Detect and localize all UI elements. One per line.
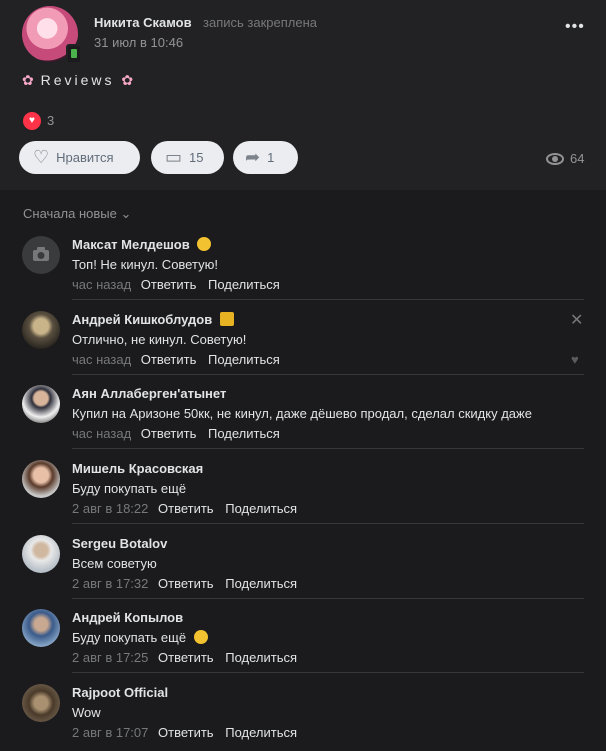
- flower-emoji-icon: ✿: [22, 72, 34, 88]
- heart-like-icon[interactable]: ♥: [571, 352, 579, 367]
- comment-button[interactable]: ▭ 15: [151, 141, 224, 174]
- comment-item: Rajpoot Official Wow 2 авг в 17:07 Ответ…: [0, 684, 606, 748]
- views-counter: 64: [546, 151, 584, 166]
- comment-meta: час назад Ответить Поделиться: [72, 426, 288, 441]
- user-avatar[interactable]: [22, 311, 60, 349]
- share-comment-button[interactable]: Поделиться: [225, 725, 297, 740]
- comment-author[interactable]: Rajpoot Official: [72, 685, 168, 700]
- reply-button[interactable]: Ответить: [141, 352, 197, 367]
- comment-text: Купил на Аризоне 50кк, не кинул, даже дё…: [72, 406, 532, 421]
- comment-icon: ▭: [165, 147, 183, 167]
- camera-icon: [33, 247, 49, 261]
- views-count: 64: [570, 151, 585, 166]
- comment-meta: 2 авг в 18:22 Ответить Поделиться: [72, 501, 305, 516]
- sort-label: Сначала новые: [23, 206, 117, 221]
- pinned-label: запись закреплена: [203, 15, 317, 30]
- share-comment-button[interactable]: Поделиться: [208, 426, 280, 441]
- share-arrow-icon: ➦: [245, 147, 261, 167]
- shares-count: 1: [267, 150, 275, 165]
- comment-item: Sergeu Botalov Всем советую 2 авг в 17:3…: [0, 535, 606, 599]
- divider: [72, 598, 584, 599]
- reply-button[interactable]: Ответить: [158, 725, 214, 740]
- comment-author[interactable]: Sergeu Botalov: [72, 536, 167, 551]
- share-comment-button[interactable]: Поделиться: [208, 352, 280, 367]
- post-author[interactable]: Никита Скамов: [94, 15, 192, 30]
- like-label: Нравится: [56, 150, 114, 165]
- comment-text: Буду покупать ещё: [72, 630, 208, 645]
- comment-author[interactable]: Андрей Кишкоблудов: [72, 312, 234, 327]
- more-options-icon[interactable]: •••: [565, 18, 585, 36]
- comment-item: Мишель Красовская Буду покупать ещё 2 ав…: [0, 460, 606, 524]
- camera-placeholder-avatar[interactable]: [22, 236, 60, 274]
- chevron-down-icon: ⌄: [120, 206, 132, 221]
- comment-text: Wow: [72, 705, 101, 720]
- post-text-body: Reviews: [40, 72, 115, 88]
- user-avatar[interactable]: [22, 535, 60, 573]
- comment-time[interactable]: 2 авг в 17:07: [72, 725, 148, 740]
- share-comment-button[interactable]: Поделиться: [225, 650, 297, 665]
- divider: [72, 672, 584, 673]
- share-comment-button[interactable]: Поделиться: [225, 501, 297, 516]
- comment-text: Буду покупать ещё: [72, 481, 187, 496]
- comments-count: 15: [189, 150, 204, 165]
- reply-button[interactable]: Ответить: [158, 576, 214, 591]
- crown-emoji-icon: [219, 312, 234, 326]
- post-card: Никита Скамов запись закреплена 31 июл в…: [0, 0, 606, 190]
- comment-item: Максат Мелдешов Топ! Не кинул. Советую! …: [0, 236, 606, 300]
- heart-reaction-icon[interactable]: ♥: [23, 112, 41, 130]
- post-text: ✿ Reviews ✿: [22, 72, 133, 89]
- share-comment-button[interactable]: Поделиться: [225, 576, 297, 591]
- user-avatar[interactable]: [22, 684, 60, 722]
- comment-time[interactable]: час назад: [72, 277, 131, 292]
- comment-time[interactable]: 2 авг в 17:25: [72, 650, 148, 665]
- comment-meta: 2 авг в 17:32 Ответить Поделиться: [72, 576, 305, 591]
- sunglasses-emoji-icon: [197, 237, 212, 251]
- comment-meta: час назад Ответить Поделиться: [72, 352, 288, 367]
- close-icon[interactable]: ✕: [570, 310, 583, 330]
- flower-emoji-icon: ✿: [121, 72, 134, 88]
- comment-time[interactable]: час назад: [72, 352, 131, 367]
- comment-author[interactable]: Андрей Копылов: [72, 610, 183, 625]
- eye-icon: [546, 152, 564, 165]
- comment-author[interactable]: Максат Мелдешов: [72, 237, 212, 252]
- reply-button[interactable]: Ответить: [158, 650, 214, 665]
- comment-time[interactable]: час назад: [72, 426, 131, 441]
- share-comment-button[interactable]: Поделиться: [208, 277, 280, 292]
- reply-button[interactable]: Ответить: [158, 501, 214, 516]
- reply-button[interactable]: Ответить: [141, 277, 197, 292]
- user-avatar[interactable]: [22, 460, 60, 498]
- comment-meta: час назад Ответить Поделиться: [72, 277, 288, 292]
- share-button[interactable]: ➦ 1: [233, 141, 298, 174]
- divider: [72, 448, 584, 449]
- mobile-online-icon: [66, 44, 82, 64]
- comment-text: Отлично, не кинул. Советую!: [72, 332, 247, 347]
- comment-meta: 2 авг в 17:07 Ответить Поделиться: [72, 725, 305, 740]
- reply-button[interactable]: Ответить: [141, 426, 197, 441]
- like-button[interactable]: ♡ Нравится: [19, 141, 140, 174]
- comment-text: Топ! Не кинул. Советую!: [72, 257, 218, 272]
- comment-time[interactable]: 2 авг в 18:22: [72, 501, 148, 516]
- divider: [72, 523, 584, 524]
- comment-meta: 2 авг в 17:25 Ответить Поделиться: [72, 650, 305, 665]
- comment-author[interactable]: Мишель Красовская: [72, 461, 203, 476]
- divider: [72, 299, 584, 300]
- post-date[interactable]: 31 июл в 10:46: [94, 35, 183, 50]
- comment-item: Андрей Копылов Буду покупать ещё 2 авг в…: [0, 609, 606, 673]
- heart-outline-icon: ♡: [33, 147, 50, 167]
- user-avatar[interactable]: [22, 609, 60, 647]
- comment-author[interactable]: Аян Аллаберген'атынет: [72, 386, 226, 401]
- divider: [72, 374, 584, 375]
- comment-item: Аян Аллаберген'атынет Купил на Аризоне 5…: [0, 385, 606, 449]
- comment-text: Всем советую: [72, 556, 157, 571]
- user-avatar[interactable]: [22, 385, 60, 423]
- comment-item: Андрей Кишкоблудов Отлично, не кинул. Со…: [0, 311, 606, 375]
- comment-time[interactable]: 2 авг в 17:32: [72, 576, 148, 591]
- grinning-emoji-icon: [193, 630, 208, 644]
- reactions-count[interactable]: 3: [47, 113, 54, 128]
- sort-dropdown[interactable]: Сначала новые ⌄: [23, 206, 131, 222]
